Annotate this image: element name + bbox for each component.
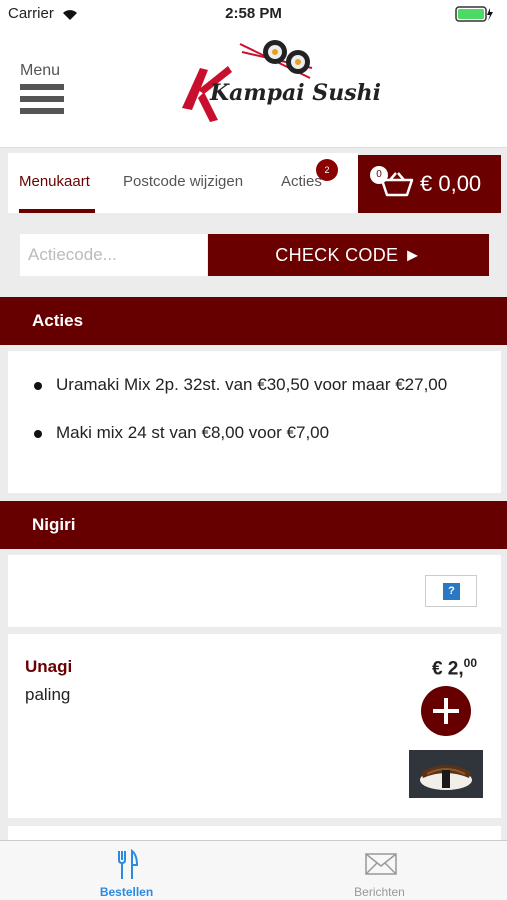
section-header-nigiri: Nigiri xyxy=(0,501,507,549)
tab-menukaart[interactable]: Menukaart xyxy=(19,173,90,190)
envelope-icon xyxy=(365,853,397,875)
tab-label-bestellen: Bestellen xyxy=(99,885,154,899)
active-tab-indicator xyxy=(19,209,95,213)
cart-count-badge: 0 xyxy=(370,166,388,184)
cart-button[interactable]: 0 € 0,00 xyxy=(358,155,501,213)
product-description: paling xyxy=(25,685,71,704)
promo-item: Uramaki Mix 2p. 32st. van €30,50 voor ma… xyxy=(26,371,501,399)
acties-badge: 2 xyxy=(316,159,338,181)
promo-code-input[interactable] xyxy=(20,234,207,276)
menu-button[interactable]: Menu xyxy=(20,62,68,118)
tab-label-berichten: Berichten xyxy=(354,885,405,899)
price-main: € 2, xyxy=(431,658,464,680)
tab-strip: Menukaart Postcode wijzigen Acties 2 xyxy=(8,153,358,213)
product-price: € 2,00 xyxy=(432,656,477,680)
next-product-card xyxy=(8,826,501,840)
product-photo[interactable] xyxy=(409,750,483,798)
section-header-acties: Acties xyxy=(0,297,507,345)
cart-total: € 0,00 xyxy=(420,171,482,196)
app-header: Menu Kampai Sushi xyxy=(0,28,507,148)
logo-text: Kampai Sushi xyxy=(210,80,381,106)
help-icon[interactable]: ? xyxy=(425,575,477,607)
price-cents: 00 xyxy=(463,656,477,670)
hamburger-icon xyxy=(20,84,68,114)
status-bar: Carrier 2:58 PM xyxy=(0,0,507,28)
product-name: Unagi xyxy=(25,657,73,676)
promo-item: Maki mix 24 st van €8,00 voor €7,00 xyxy=(26,419,501,447)
menu-label: Menu xyxy=(20,62,61,79)
add-to-cart-button[interactable] xyxy=(421,686,471,736)
promo-item-text: Maki mix 24 st van €8,00 voor €7,00 xyxy=(56,423,330,442)
clock: 2:58 PM xyxy=(225,5,282,22)
tab-bestellen[interactable]: Bestellen xyxy=(0,841,253,900)
promo-item-text: Uramaki Mix 2p. 32st. van €30,50 voor ma… xyxy=(56,375,448,394)
tab-postcode-wijzigen[interactable]: Postcode wijzigen xyxy=(123,173,243,190)
tab-berichten[interactable]: Berichten xyxy=(253,841,506,900)
bullet xyxy=(34,430,42,438)
bullet xyxy=(34,382,42,390)
battery-icon xyxy=(455,6,493,22)
tab-acties[interactable]: Acties xyxy=(281,173,322,190)
fork-knife-icon xyxy=(118,849,138,879)
help-icon-glyph: ? xyxy=(443,583,460,600)
acties-card: Uramaki Mix 2p. 32st. van €30,50 voor ma… xyxy=(8,351,501,493)
nigiri-info-card: ? xyxy=(8,555,501,627)
check-code-button[interactable]: CHECK CODE ► xyxy=(208,234,489,276)
bottom-tab-bar: Bestellen Berichten xyxy=(0,840,507,900)
product-card: Unagi paling € 2,00 xyxy=(8,634,501,818)
unagi-nigiri-image xyxy=(409,750,483,798)
